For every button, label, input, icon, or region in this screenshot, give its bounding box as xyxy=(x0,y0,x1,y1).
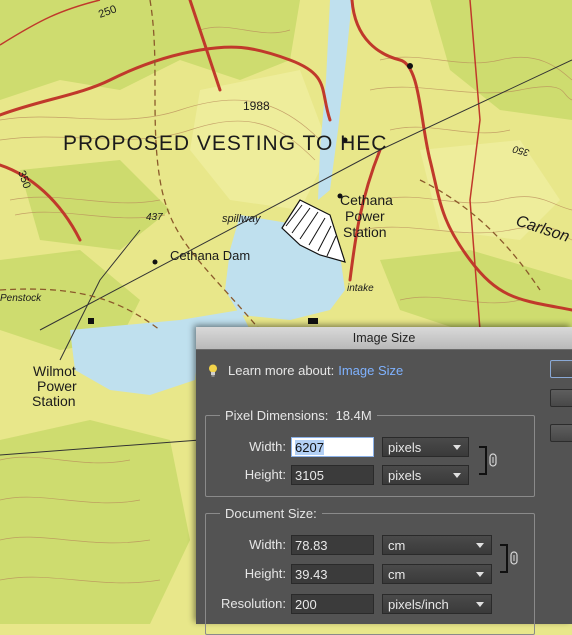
pixel-dimensions-group: Pixel Dimensions: 18.4M Width: 6207 pixe… xyxy=(205,408,535,497)
pixel-width-value: 6207 xyxy=(295,440,324,455)
document-size-group: Document Size: Width: 78.83 cm Height: 3… xyxy=(205,506,535,635)
pixel-width-label: Width: xyxy=(249,439,286,454)
dialog-title[interactable]: Image Size xyxy=(196,327,572,350)
auto-button[interactable] xyxy=(550,424,572,442)
pixel-height-input[interactable]: 3105 xyxy=(291,465,374,485)
resolution-label: Resolution: xyxy=(220,596,286,611)
chevron-down-icon xyxy=(476,543,484,548)
chain-link-icon[interactable] xyxy=(478,446,500,476)
chain-link-icon[interactable] xyxy=(499,544,521,574)
doc-height-input[interactable]: 39.43 xyxy=(291,564,374,584)
pixel-width-unit-select[interactable]: pixels xyxy=(382,437,469,457)
map-label-cethana-dam: Cethana Dam xyxy=(170,248,250,263)
doc-width-value: 78.83 xyxy=(295,538,328,553)
pixel-height-unit-select[interactable]: pixels xyxy=(382,465,469,485)
doc-height-label: Height: xyxy=(244,566,286,581)
image-size-help-link[interactable]: Image Size xyxy=(338,363,403,378)
resolution-value: 200 xyxy=(295,597,317,612)
map-label-spillway: spillway xyxy=(222,213,262,225)
doc-width-row: Width: 78.83 cm xyxy=(206,534,534,556)
pixel-height-label: Height: xyxy=(244,467,286,482)
pixel-width-unit: pixels xyxy=(388,440,422,455)
pixel-dimensions-size: 18.4M xyxy=(335,408,372,423)
map-label-wilmot-power: Power xyxy=(37,378,77,394)
doc-height-unit: cm xyxy=(388,567,406,582)
map-label-proposed-vesting: PROPOSED VESTING TO HEC xyxy=(63,132,387,155)
pixel-height-value: 3105 xyxy=(295,468,324,483)
doc-height-unit-select[interactable]: cm xyxy=(382,564,492,584)
resolution-row: Resolution: 200 pixels/inch xyxy=(206,593,534,615)
pixel-width-input[interactable]: 6207 xyxy=(291,437,374,457)
resolution-unit: pixels/inch xyxy=(388,597,449,612)
learn-more-prefix: Learn more about: xyxy=(228,363,335,378)
lightbulb-icon xyxy=(209,364,217,377)
map-label-elevation-437: 437 xyxy=(146,212,163,223)
doc-width-label: Width: xyxy=(249,537,286,552)
map-label-wilmot: Wilmot xyxy=(33,363,76,379)
map-label-penstock: Penstock xyxy=(0,293,42,304)
chevron-down-icon xyxy=(453,445,461,450)
doc-width-input[interactable]: 78.83 xyxy=(291,535,374,555)
chevron-down-icon xyxy=(453,473,461,478)
chevron-down-icon xyxy=(476,602,484,607)
cancel-button[interactable] xyxy=(550,389,572,407)
map-label-cethana-power: Power xyxy=(345,208,385,224)
doc-height-value: 39.43 xyxy=(295,567,328,582)
pixel-dimensions-title: Pixel Dimensions: 18.4M xyxy=(220,408,377,423)
pixel-height-unit: pixels xyxy=(388,468,422,483)
doc-width-unit: cm xyxy=(388,538,406,553)
pixel-dimensions-label: Pixel Dimensions: xyxy=(225,408,329,423)
map-label-wilmot-station: Station xyxy=(32,393,76,409)
ok-button[interactable] xyxy=(550,360,572,378)
image-size-dialog: Image Size Learn more about: Image Size P… xyxy=(196,327,572,635)
map-label-cethana-station: Station xyxy=(343,224,387,240)
doc-height-row: Height: 39.43 cm xyxy=(206,563,534,585)
chevron-down-icon xyxy=(476,572,484,577)
map-label-intake: intake xyxy=(347,283,374,294)
doc-width-unit-select[interactable]: cm xyxy=(382,535,492,555)
resolution-unit-select[interactable]: pixels/inch xyxy=(382,594,492,614)
resolution-input[interactable]: 200 xyxy=(291,594,374,614)
learn-more-row: Learn more about: Image Size xyxy=(208,362,403,380)
map-label-elevation-1988: 1988 xyxy=(243,99,270,113)
map-label-cethana: Cethana xyxy=(340,192,393,208)
document-size-title: Document Size: xyxy=(220,506,322,521)
